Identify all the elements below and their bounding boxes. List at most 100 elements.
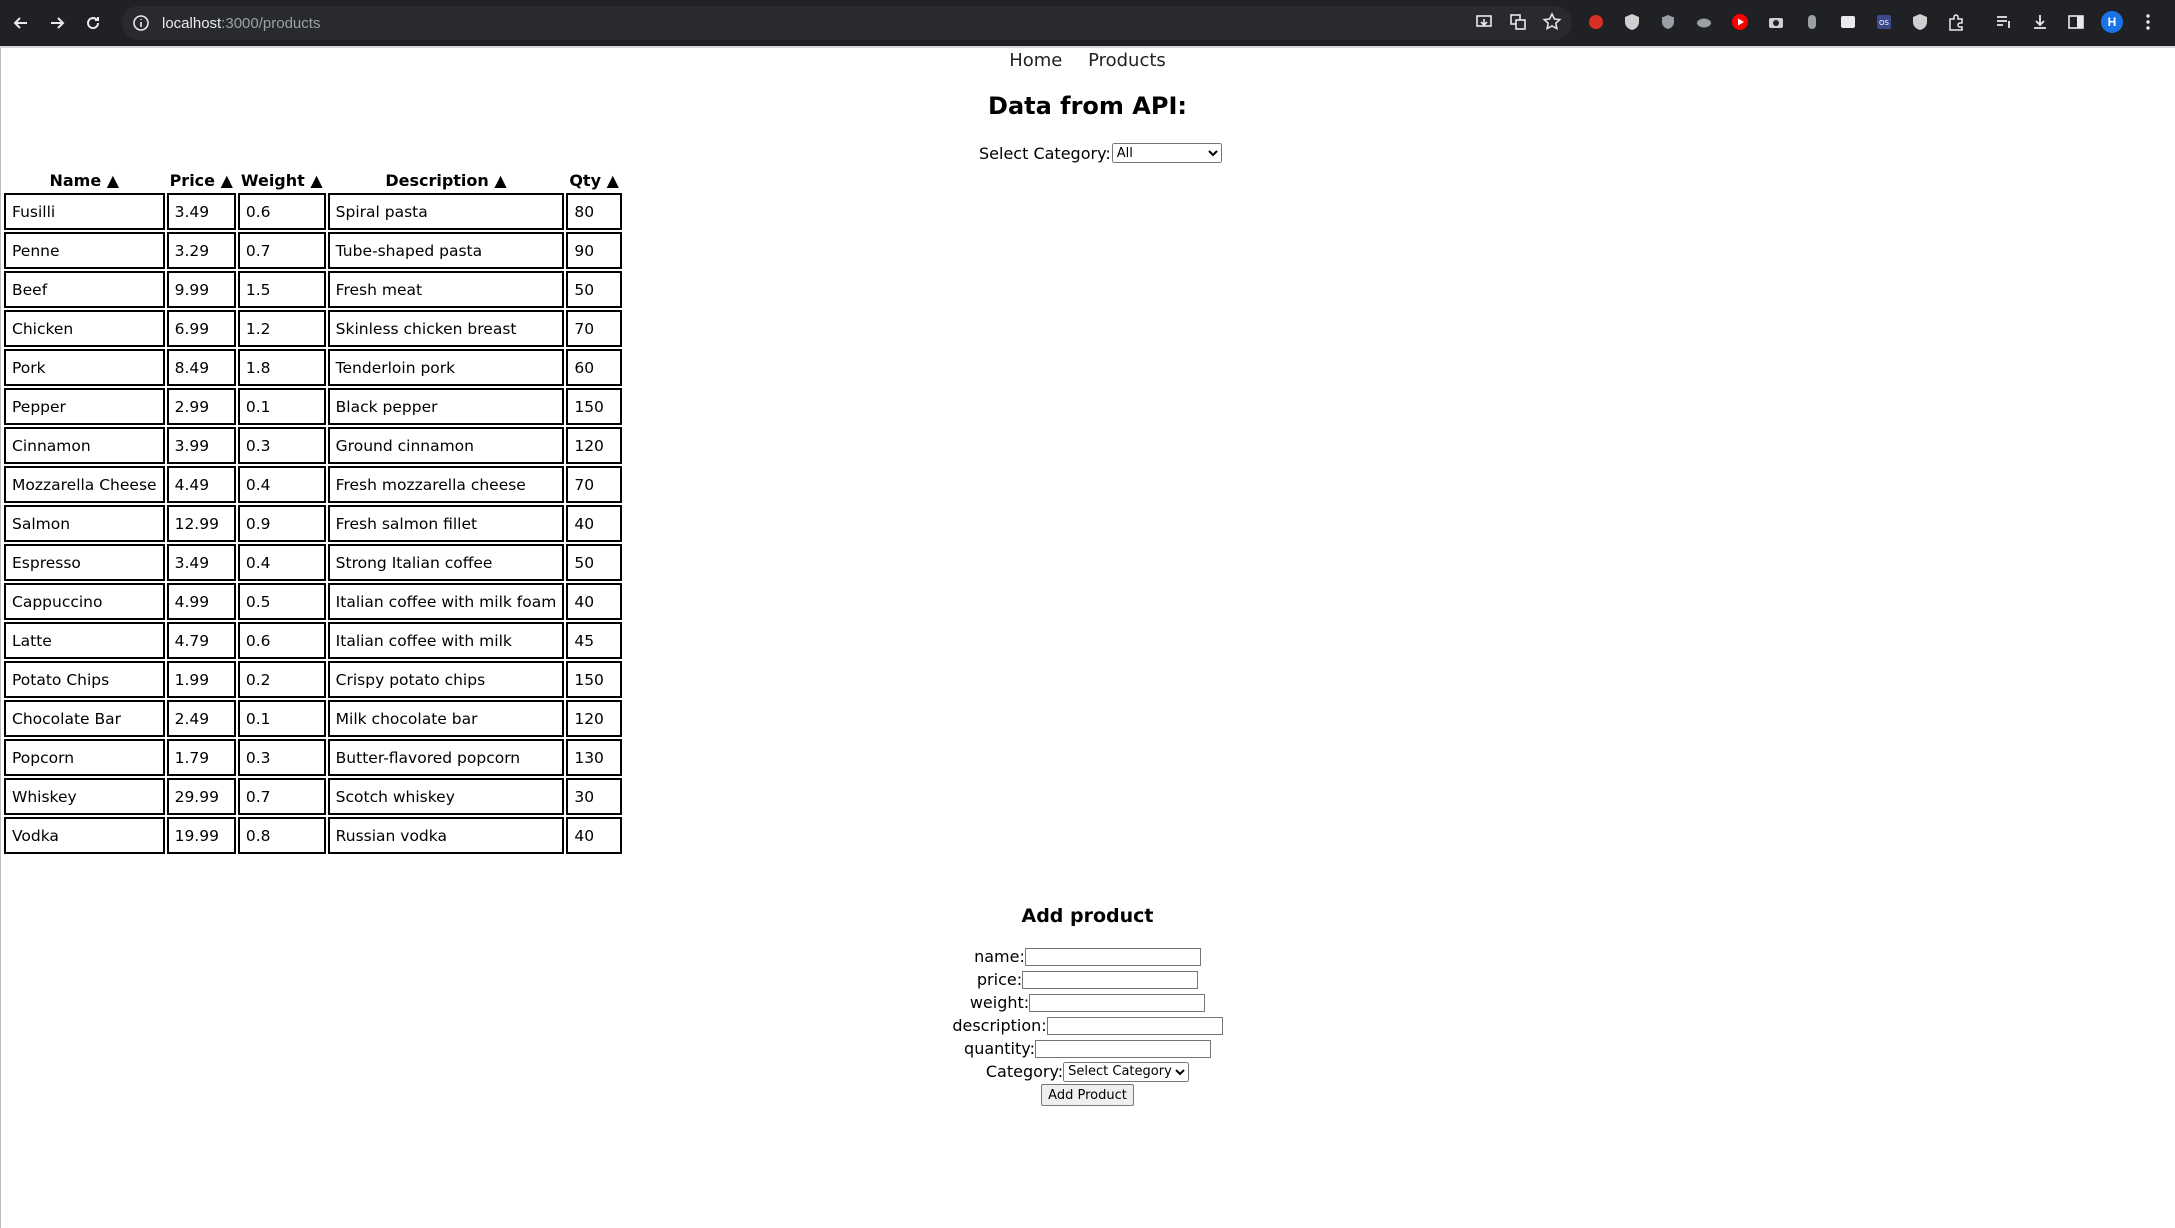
price-cell: 3.99 [166,427,236,464]
description-cell: Fresh meat [327,271,565,308]
name-cell: Cinnamon [4,427,165,464]
extension-cloud-icon[interactable] [1693,11,1715,33]
table-row: Cappuccino 4.99 0.5 Italian coffee with mil… [4,583,622,620]
url-host: localhost [162,14,222,32]
name-cell: Pork [4,349,165,386]
description-column-header[interactable]: Description ▲ [328,169,565,191]
weight-input[interactable] [1029,993,1206,1012]
qty-cell: 40 [566,583,622,620]
name-cell: Chicken [4,310,165,347]
price-cell: 2.49 [166,700,236,737]
price-column-header[interactable]: Price ▲ [167,169,236,191]
svg-text:OS: OS [1879,19,1890,27]
name-cell: Beef [4,271,165,308]
page-title: Data from API: [988,92,1187,120]
qty-cell: 130 [566,739,622,776]
table-row: Potato Chips 1.99 0.2 Crispy potato chips 15… [4,661,622,698]
category-label: Category: [985,1062,1064,1081]
price-cell: 9.99 [166,271,236,308]
name-cell: Whiskey [4,778,165,815]
table-row: Pepper 2.99 0.1 Black pepper 150 [4,388,622,425]
qty-cell: 80 [566,193,622,230]
media-queue-icon[interactable] [1993,11,2015,33]
nav-home-link[interactable]: Home [1009,48,1062,73]
table-row: Cinnamon 3.99 0.3 Ground cinnamon 120 [4,427,622,464]
address-bar[interactable]: localhost:3000/products [122,6,1572,40]
name-cell: Salmon [4,505,165,542]
description-cell: Russian vodka [327,817,565,854]
qty-cell: 90 [566,232,622,269]
arrow-right-icon [51,17,65,29]
quantity-input[interactable] [1034,1039,1211,1058]
name-cell: Popcorn [4,739,165,776]
weight-cell: 0.1 [237,700,326,737]
products-table: Name ▲ Price ▲ Weight ▲ Description ▲ Qt… [2,167,624,856]
description-cell: Butter-flavored popcorn [327,739,565,776]
kebab-menu-icon[interactable] [2137,11,2159,33]
forward-button[interactable] [42,8,72,38]
qty-cell: 70 [566,466,622,503]
extension-white-square-icon[interactable] [1837,11,1859,33]
qty-column-header[interactable]: Qty ▲ [566,169,622,191]
description-cell: Italian coffee with milk foam [327,583,565,620]
weight-cell: 0.1 [237,388,326,425]
qty-cell: 120 [566,700,622,737]
extension-shield-icon[interactable] [1621,11,1643,33]
category-filter-select[interactable]: All [1111,143,1222,163]
youtube-extension-icon[interactable] [1729,11,1751,33]
description-row: description: [0,1014,2175,1037]
description-cell: Tube-shaped pasta [327,232,565,269]
qty-cell: 120 [566,427,622,464]
weight-cell: 0.6 [237,622,326,659]
translate-icon[interactable] [1508,12,1528,32]
extensions-puzzle-icon[interactable] [1945,11,1967,33]
extension-shield-alt-icon[interactable] [1657,11,1679,33]
weight-row: weight: [0,991,2175,1014]
price-cell: 1.79 [166,739,236,776]
side-panel-icon[interactable] [2065,11,2087,33]
weight-cell: 0.7 [237,232,326,269]
table-row: Penne 3.29 0.7 Tube-shaped pasta 90 [4,232,622,269]
price-label: price: [976,970,1023,989]
extensions-bar: OS H [1585,11,2159,33]
table-row: Chocolate Bar 2.49 0.1 Milk chocolate bar 12… [4,700,622,737]
camera-extension-icon[interactable] [1765,11,1787,33]
name-column-header[interactable]: Name ▲ [4,169,165,191]
back-button[interactable] [6,8,36,38]
description-input[interactable] [1046,1016,1223,1035]
download-icon[interactable] [2029,11,2051,33]
table-row: Espresso 3.49 0.4 Strong Italian coffee 50 [4,544,622,581]
name-cell: Potato Chips [4,661,165,698]
description-cell: Skinless chicken breast [327,310,565,347]
weight-cell: 0.3 [237,427,326,464]
weight-column-header[interactable]: Weight ▲ [238,169,326,191]
weight-cell: 0.4 [237,466,326,503]
mouse-extension-icon[interactable] [1801,11,1823,33]
bookmark-star-icon[interactable] [1542,12,1562,32]
description-cell: Italian coffee with milk [327,622,565,659]
install-app-icon[interactable] [1474,12,1494,32]
price-cell: 8.49 [166,349,236,386]
table-row: Chicken 6.99 1.2 Skinless chicken breast 70 [4,310,622,347]
name-cell: Penne [4,232,165,269]
profile-avatar[interactable]: H [2101,11,2123,33]
qty-cell: 150 [566,388,622,425]
add-product-button[interactable]: Add Product [1041,1084,1134,1106]
extension-red-icon[interactable] [1585,11,1607,33]
reload-button[interactable] [78,8,108,38]
category-row: Category: Select Category [0,1060,2175,1083]
weight-cell: 0.6 [237,193,326,230]
description-cell: Black pepper [327,388,565,425]
table-row: Mozzarella Cheese 4.49 0.4 Fresh mozzarella… [4,466,622,503]
extension-os-icon[interactable]: OS [1873,11,1895,33]
table-row: Fusilli 3.49 0.6 Spiral pasta 80 [4,193,622,230]
name-input[interactable] [1024,947,1201,966]
extension-shield-check-icon[interactable] [1909,11,1931,33]
nav-products-link[interactable]: Products [1088,48,1166,73]
site-info-icon[interactable] [132,14,150,32]
weight-cell: 0.8 [237,817,326,854]
description-cell: Tenderloin pork [327,349,565,386]
category-select[interactable]: Select Category [1063,1061,1190,1082]
price-input[interactable] [1022,970,1199,989]
table-row: Salmon 12.99 0.9 Fresh salmon fillet 40 [4,505,622,542]
